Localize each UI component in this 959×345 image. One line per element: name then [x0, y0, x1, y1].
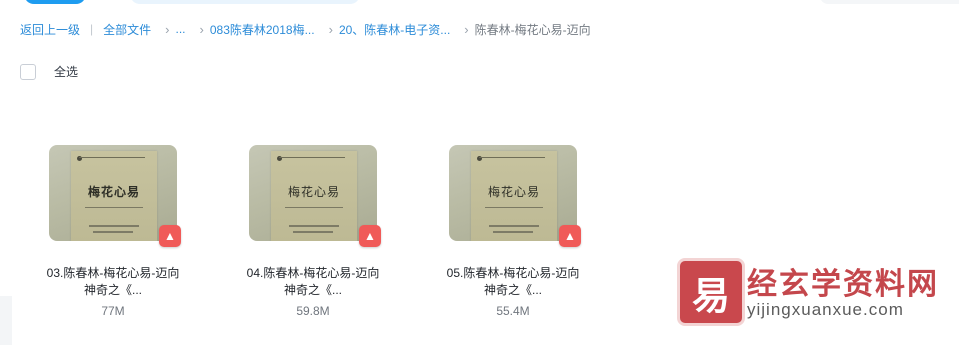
breadcrumb-folder-1[interactable]: 083陈春林2018梅... [210, 21, 315, 38]
book-cover-image: 梅花心易 [71, 151, 157, 241]
file-name[interactable]: 03.陈春林-梅花心易-迈向 神奇之《... [38, 265, 188, 299]
pdf-icon: ▲ [159, 225, 181, 247]
file-card[interactable]: 梅花心易 ▲ 03.陈春林-梅花心易-迈向 神奇之《... 77M [38, 145, 188, 318]
file-size: 77M [101, 304, 125, 318]
chevron-right-icon: › [328, 21, 333, 37]
file-size: 55.4M [496, 304, 530, 318]
watermark-title: 经玄学资料网 [747, 268, 939, 301]
pdf-icon: ▲ [559, 225, 581, 247]
breadcrumb: 返回上一级 | 全部文件 › ... › 083陈春林2018梅... › 20… [20, 20, 591, 38]
back-link[interactable]: 返回上一级 [20, 21, 80, 38]
breadcrumb-ellipsis[interactable]: ... [176, 22, 186, 36]
breadcrumb-divider: | [90, 22, 94, 36]
book-cover-image: 梅花心易 [271, 151, 357, 241]
file-name[interactable]: 04.陈春林-梅花心易-迈向 神奇之《... [238, 265, 388, 299]
toolbar-pill[interactable] [130, 0, 360, 4]
search-input[interactable] [820, 0, 959, 4]
chevron-right-icon: › [165, 21, 170, 37]
breadcrumb-current: 陈春林-梅花心易-迈向 [474, 22, 591, 37]
upload-button[interactable] [24, 0, 86, 4]
watermark-logo: 易 [677, 258, 745, 326]
file-thumbnail[interactable]: 梅花心易 [249, 145, 377, 241]
chevron-right-icon: › [199, 21, 204, 37]
all-files-link[interactable]: 全部文件 [103, 21, 151, 38]
file-thumbnail[interactable]: 梅花心易 [49, 145, 177, 241]
file-thumbnail[interactable]: 梅花心易 [449, 145, 577, 241]
watermark-url: yijingxuanxue.com [747, 300, 904, 319]
file-size: 59.8M [296, 304, 330, 318]
file-card[interactable]: 梅花心易 ▲ 04.陈春林-梅花心易-迈向 神奇之《... 59.8M [238, 145, 388, 318]
select-all-label: 全选 [54, 65, 79, 79]
chevron-right-icon: › [464, 21, 469, 37]
pdf-icon: ▲ [359, 225, 381, 247]
select-all-checkbox[interactable] [20, 63, 36, 80]
file-name[interactable]: 05.陈春林-梅花心易-迈向 神奇之《... [438, 265, 588, 299]
book-cover-image: 梅花心易 [471, 151, 557, 241]
breadcrumb-folder-2[interactable]: 20、陈春林-电子资... [339, 21, 450, 38]
side-panel-edge [0, 296, 12, 345]
file-browser-page: 返回上一级 | 全部文件 › ... › 083陈春林2018梅... › 20… [0, 0, 959, 345]
file-card[interactable]: 梅花心易 ▲ 05.陈春林-梅花心易-迈向 神奇之《... 55.4M [438, 145, 588, 318]
select-all[interactable]: 全选 [20, 63, 78, 80]
